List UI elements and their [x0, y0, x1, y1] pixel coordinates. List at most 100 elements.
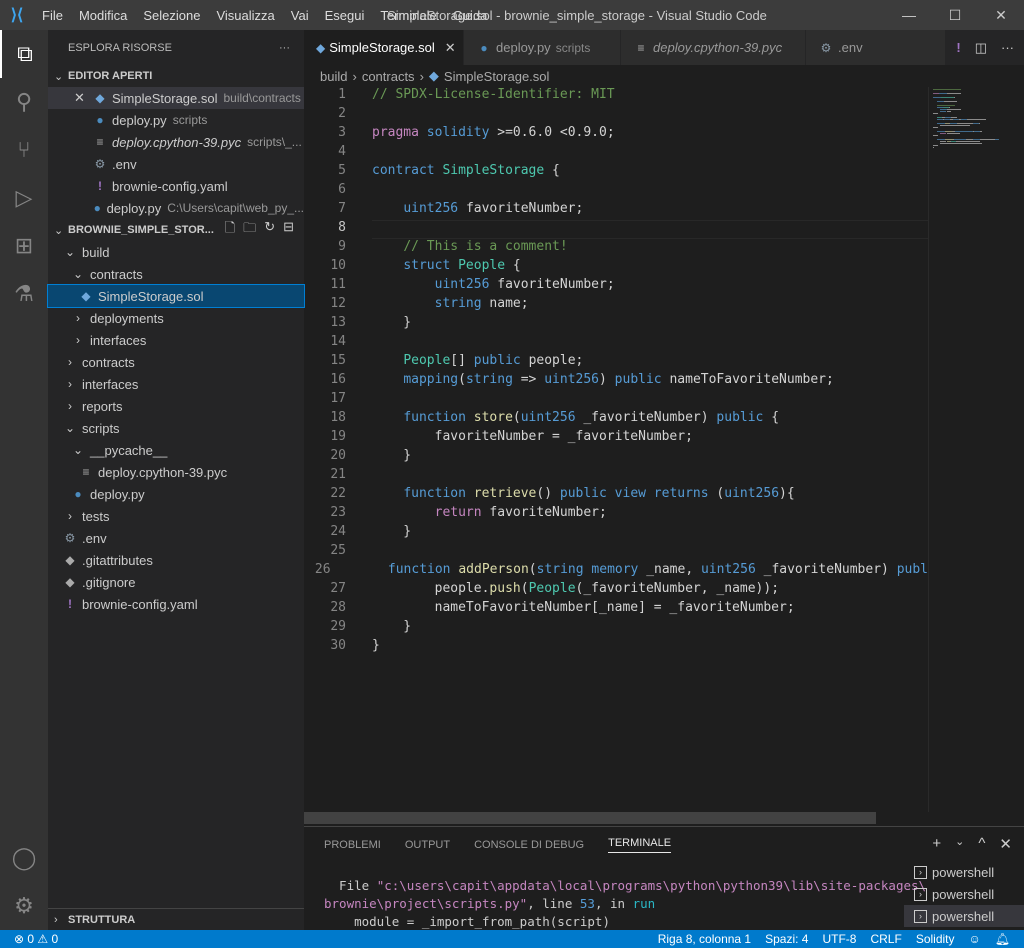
tree-item[interactable]: ≡ deploy.cpython-39.pyc	[48, 461, 304, 483]
indentation[interactable]: Spazi: 4	[765, 932, 808, 946]
code-content: return favoriteNumber;	[372, 505, 607, 524]
close-icon[interactable]: ✕	[74, 90, 92, 106]
breadcrumb-item[interactable]: build	[320, 69, 347, 84]
breadcrumb-item[interactable]: SimpleStorage.sol	[444, 69, 550, 84]
line-endings[interactable]: CRLF	[870, 932, 901, 946]
explorer-icon[interactable]: ⧉	[0, 30, 48, 78]
open-editor-item[interactable]: ✕ ◆ SimpleStorage.sol build\contracts	[48, 87, 304, 109]
cursor-position[interactable]: Riga 8, colonna 1	[658, 932, 751, 946]
tree-item[interactable]: ! brownie-config.yaml	[48, 593, 304, 615]
horizontal-scrollbar[interactable]	[304, 812, 928, 824]
encoding[interactable]: UTF-8	[822, 932, 856, 946]
chevron-down-icon[interactable]: ⌄	[955, 835, 964, 853]
menu-guida[interactable]: Guida	[453, 8, 488, 23]
code-line: 3 pragma solidity >=0.6.0 <0.9.0;	[304, 125, 928, 144]
settings-gear-icon[interactable]: ⚙	[0, 882, 48, 930]
file-path: C:\Users\capit\web_py_...	[167, 201, 304, 215]
panel-tab-problemi[interactable]: PROBLEMI	[324, 839, 381, 851]
tree-item[interactable]: › interfaces	[48, 329, 304, 351]
menu-vai[interactable]: Vai	[291, 8, 309, 23]
code-content: People[] public people;	[372, 353, 583, 372]
tree-item[interactable]: ◆ .gitignore	[48, 571, 304, 593]
editor-tab[interactable]: ≡ deploy.cpython-39.pyc	[621, 30, 806, 65]
outline-section-header[interactable]: › STRUTTURA	[48, 908, 304, 930]
terminal-instance[interactable]: › powershell	[904, 861, 1024, 883]
tree-item[interactable]: ● deploy.py	[48, 483, 304, 505]
refresh-icon[interactable]: ↻	[264, 219, 275, 241]
feedback-icon[interactable]: ☺	[969, 932, 981, 946]
maximize-button[interactable]: ☐	[932, 0, 978, 30]
panel-tab-output[interactable]: OUTPUT	[405, 839, 450, 851]
menu-modifica[interactable]: Modifica	[79, 8, 127, 23]
split-editor-icon[interactable]: ◫	[975, 40, 987, 56]
scrollbar-thumb[interactable]	[304, 812, 876, 824]
close-window-button[interactable]: ✕	[978, 0, 1024, 30]
minimize-button[interactable]: —	[886, 0, 932, 30]
open-editor-item[interactable]: ● deploy.py scripts	[48, 109, 304, 131]
close-panel-icon[interactable]: ✕	[999, 835, 1012, 853]
code-line: 19 favoriteNumber = _favoriteNumber;	[304, 429, 928, 448]
tree-item[interactable]: ⌄ contracts	[48, 263, 304, 285]
yaml-file-icon: !	[98, 179, 102, 193]
problems-status[interactable]: ⊗ 0 ⚠ 0	[0, 932, 58, 946]
account-icon[interactable]: ◯	[0, 834, 48, 882]
minimap-token	[933, 89, 961, 90]
minimap[interactable]	[928, 87, 1010, 812]
open-editors-header[interactable]: ⌄ EDITOR APERTI	[48, 65, 304, 87]
new-folder-icon[interactable]: 🗀	[243, 219, 256, 241]
terminal-instance[interactable]: › powershell	[904, 883, 1024, 905]
tree-item[interactable]: › tests	[48, 505, 304, 527]
code-token: string	[434, 296, 490, 311]
breadcrumb-item[interactable]: contracts	[362, 69, 415, 84]
yaml-tab-icon[interactable]: !	[956, 40, 960, 55]
code-line: 1 // SPDX-License-Identifier: MIT	[304, 87, 928, 106]
code-token: publ	[896, 562, 928, 577]
tree-item[interactable]: ⌄ __pycache__	[48, 439, 304, 461]
new-file-icon[interactable]: 🗋	[225, 219, 235, 241]
tree-item[interactable]: ◆ SimpleStorage.sol	[47, 284, 305, 308]
tree-item[interactable]: › interfaces	[48, 373, 304, 395]
extensions-icon[interactable]: ⊞	[0, 222, 48, 270]
open-editor-item[interactable]: ≡ deploy.cpython-39.pyc scripts\_...	[48, 131, 304, 153]
terminal-output[interactable]: File "c:\users\capit\appdata\local\progr…	[324, 877, 926, 931]
collapse-all-icon[interactable]: ⊟	[283, 219, 294, 241]
editor-tab[interactable]: ◆ SimpleStorage.sol ✕	[304, 30, 464, 65]
notifications-bell-icon[interactable]: 🔔︎	[995, 932, 1010, 946]
tree-item[interactable]: ⌄ build	[48, 241, 304, 263]
menu-esegui[interactable]: Esegui	[325, 8, 365, 23]
close-tab-icon[interactable]: ✕	[445, 40, 456, 56]
open-editor-item[interactable]: ! brownie-config.yaml	[48, 175, 304, 197]
open-editor-item[interactable]: ● deploy.py C:\Users\capit\web_py_...	[48, 197, 304, 219]
testing-flask-icon[interactable]: ⚗	[0, 270, 48, 318]
tree-item[interactable]: › contracts	[48, 351, 304, 373]
tree-item[interactable]: › deployments	[48, 307, 304, 329]
code-content: }	[372, 619, 411, 638]
language-mode[interactable]: Solidity	[916, 932, 955, 946]
editor-tab[interactable]: ● deploy.py scripts	[464, 30, 621, 65]
panel-tab-terminale[interactable]: TERMINALE	[608, 837, 672, 853]
tree-item[interactable]: ⚙ .env	[48, 527, 304, 549]
terminal-instance[interactable]: › powershell	[904, 905, 1024, 927]
search-icon[interactable]: ⚲	[0, 78, 48, 126]
menu-visualizza[interactable]: Visualizza	[216, 8, 274, 23]
tree-item[interactable]: ◆ .gitattributes	[48, 549, 304, 571]
code-token: nameToFavoriteNumber[_name] = _favoriteN…	[434, 600, 795, 615]
code-editor[interactable]: 1// SPDX-License-Identifier: MIT 2 3 pragma…	[304, 87, 928, 812]
menu-terminale[interactable]: Terminale	[380, 8, 436, 23]
more-actions-icon[interactable]: ···	[1001, 40, 1014, 55]
project-header[interactable]: ⌄ BROWNIE_SIMPLE_STOR... 🗋 🗀 ↻ ⊟	[48, 219, 304, 241]
source-control-icon[interactable]: ⑂	[0, 126, 48, 174]
tree-item[interactable]: ⌄ scripts	[48, 417, 304, 439]
menu-selezione[interactable]: Selezione	[143, 8, 200, 23]
maximize-panel-icon[interactable]: ^	[978, 835, 985, 853]
minimap-token	[943, 101, 958, 102]
run-debug-icon[interactable]: ▷	[0, 174, 48, 222]
more-actions-button[interactable]: ···	[279, 42, 290, 54]
open-editor-item[interactable]: ⚙ .env	[48, 153, 304, 175]
new-terminal-icon[interactable]: +	[932, 835, 941, 853]
menu-file[interactable]: File	[42, 8, 63, 23]
editor-tab[interactable]: ⚙ .env	[806, 30, 946, 65]
tree-item[interactable]: › reports	[48, 395, 304, 417]
panel-tab-console-di-debug[interactable]: CONSOLE DI DEBUG	[474, 839, 584, 851]
breadcrumb: build › contracts › ◆ SimpleStorage.sol	[304, 65, 1024, 87]
